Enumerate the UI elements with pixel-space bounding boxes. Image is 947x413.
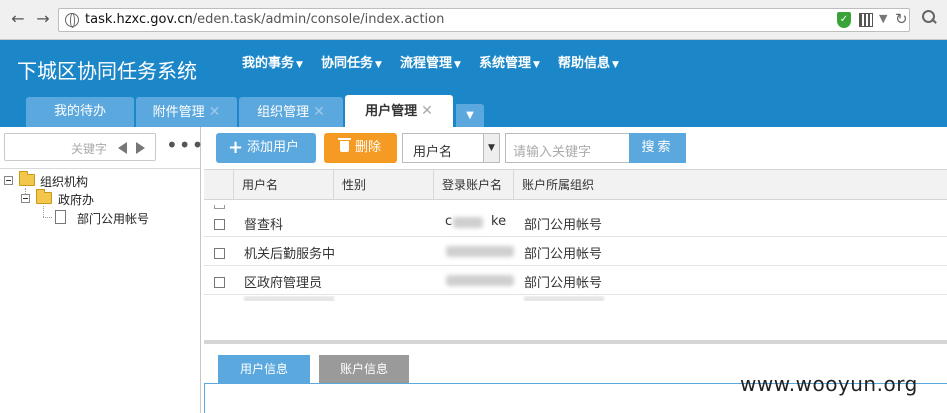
checkbox-column-header	[204, 170, 234, 200]
cell-org: 部门公用帐号	[524, 218, 603, 233]
reload-icon[interactable]: ↻	[895, 10, 908, 28]
watermark: www.wooyun.org	[740, 372, 918, 396]
partial-row-content	[524, 296, 604, 301]
keyword-placeholder: 请输入关键字	[513, 145, 592, 160]
tab-account-info[interactable]: 账户信息	[319, 355, 409, 383]
menu-system[interactable]: 系统管理 ▼	[479, 52, 540, 71]
folder-open-icon	[19, 171, 35, 186]
cell-username: 机关后勤服务中	[244, 247, 336, 262]
cell-org: 部门公用帐号	[524, 276, 603, 291]
chevron-down-icon[interactable]: ▼	[483, 134, 499, 162]
more-icon[interactable]: •••	[166, 135, 204, 155]
cell-username: 督查科	[244, 218, 284, 233]
tree-node-label: 组织机构	[40, 175, 89, 189]
redacted-login	[453, 217, 483, 228]
app-title: 下城区协同任务系统	[17, 59, 197, 83]
add-user-button[interactable]: + 添加用户	[216, 133, 316, 163]
caret-down-icon: ▼	[296, 60, 303, 70]
redacted-login	[446, 275, 514, 286]
search-field-select[interactable]: 用户名 ▼	[402, 133, 500, 163]
browser-toolbar: ← → task.hzxc.gov.cn/eden.task/admin/con…	[0, 0, 947, 40]
tree-node-label: 部门公用帐号	[77, 212, 150, 226]
search-button[interactable]: 搜索	[629, 133, 686, 163]
back-arrow-icon[interactable]: ←	[8, 9, 28, 29]
table-row[interactable]: 督查科 c ke 部门公用帐号	[204, 208, 947, 237]
tree-search-placeholder: 关键字	[70, 142, 107, 156]
qr-code-icon[interactable]	[859, 13, 873, 27]
caret-down-icon: ▼	[454, 60, 461, 70]
add-user-label: 添加用户	[247, 140, 300, 155]
cell-login-prefix: c	[445, 214, 453, 229]
menu-my-affairs[interactable]: 我的事务 ▼	[242, 52, 303, 71]
tab-list-dropdown[interactable]: ▼	[456, 104, 484, 127]
tab-org-management[interactable]: 组织管理 ✕	[239, 97, 343, 127]
menu-help[interactable]: 帮助信息 ▼	[558, 52, 619, 71]
tree-node-label: 政府办	[58, 193, 95, 207]
folder-open-icon	[36, 189, 52, 204]
column-header-org[interactable]: 账户所属组织	[514, 170, 947, 200]
caret-down-icon: ▼	[612, 60, 619, 70]
delete-label: 删除	[355, 140, 382, 155]
globe-icon	[65, 13, 79, 28]
chevron-down-icon[interactable]: ▼	[879, 12, 887, 25]
partial-row-content	[244, 296, 334, 301]
tree-connector	[43, 217, 52, 218]
search-field-value: 用户名	[413, 145, 453, 160]
table-row[interactable]: 机关后勤服务中 部门公用帐号	[204, 237, 947, 266]
plus-icon: +	[228, 137, 244, 158]
keyword-input[interactable]: 请输入关键字	[505, 133, 629, 163]
app-header: 下城区协同任务系统 我的事务 ▼ 协同任务 ▼ 流程管理 ▼ 系统管理 ▼ 帮助信息 ▼ …	[0, 40, 947, 127]
tree-connector	[43, 206, 44, 217]
caret-down-icon: ▼	[533, 60, 540, 70]
tree-toolbar: 关键字 •••	[0, 127, 203, 169]
tab-content-border	[204, 383, 205, 413]
tab-bar: 我的待办 附件管理 ✕ 组织管理 ✕ 用户管理 ✕ ▼	[0, 95, 947, 127]
tab-user-info[interactable]: 用户信息	[218, 355, 310, 383]
forward-arrow-icon[interactable]: →	[33, 9, 53, 29]
table-row[interactable]: 区政府管理员 部门公用帐号	[204, 266, 947, 295]
prev-result-icon[interactable]	[118, 142, 127, 154]
close-icon[interactable]: ✕	[421, 103, 433, 119]
cell-login-suffix: ke	[491, 214, 507, 229]
tab-attachments[interactable]: 附件管理 ✕	[136, 97, 237, 127]
grid-header: 用户名 性别 登录账户名 账户所属组织	[204, 170, 947, 200]
partial-row	[204, 296, 947, 301]
trash-icon	[338, 138, 351, 152]
menu-collab-tasks[interactable]: 协同任务 ▼	[321, 52, 382, 71]
org-tree-panel: 关键字 ••• 组织机构 政府办 部门公用帐号	[0, 127, 203, 413]
column-header-username[interactable]: 用户名	[234, 170, 334, 200]
shield-icon[interactable]: ✓	[837, 12, 851, 28]
close-icon[interactable]: ✕	[313, 104, 325, 120]
url-text: task.hzxc.gov.cn/eden.task/admin/console…	[85, 12, 445, 27]
redacted-login	[446, 246, 514, 257]
delete-button[interactable]: 删除	[324, 133, 397, 163]
row-checkbox[interactable]	[214, 277, 225, 288]
user-management-main: + 添加用户 删除 用户名 ▼ 请输入关键字 搜索 用户名 性别 登录账户名 账…	[204, 127, 947, 413]
row-checkbox[interactable]	[214, 219, 225, 230]
tree-search-input[interactable]: 关键字	[4, 133, 156, 161]
collapse-icon[interactable]	[4, 176, 13, 185]
panel-splitter[interactable]	[204, 340, 947, 344]
grid-toolbar: + 添加用户 删除 用户名 ▼ 请输入关键字 搜索	[204, 127, 947, 169]
next-result-icon[interactable]	[136, 142, 145, 154]
column-header-login[interactable]: 登录账户名	[434, 170, 514, 200]
file-icon	[55, 210, 66, 224]
cell-org: 部门公用帐号	[524, 247, 603, 262]
address-bar[interactable]: task.hzxc.gov.cn/eden.task/admin/console…	[58, 8, 910, 32]
user-grid: 用户名 性别 登录账户名 账户所属组织 督查科 c ke 部门公用帐号 机关后勤…	[204, 169, 947, 341]
collapse-icon[interactable]	[21, 194, 30, 203]
close-icon[interactable]: ✕	[209, 104, 221, 120]
search-icon[interactable]	[922, 10, 936, 24]
column-header-gender[interactable]: 性别	[334, 170, 434, 200]
row-checkbox[interactable]	[214, 248, 225, 259]
menu-workflow[interactable]: 流程管理 ▼	[400, 52, 461, 71]
caret-down-icon: ▼	[375, 60, 382, 70]
cell-username: 区政府管理员	[244, 276, 323, 291]
tab-my-todo[interactable]: 我的待办	[26, 97, 134, 127]
tab-user-management[interactable]: 用户管理 ✕	[345, 95, 453, 127]
